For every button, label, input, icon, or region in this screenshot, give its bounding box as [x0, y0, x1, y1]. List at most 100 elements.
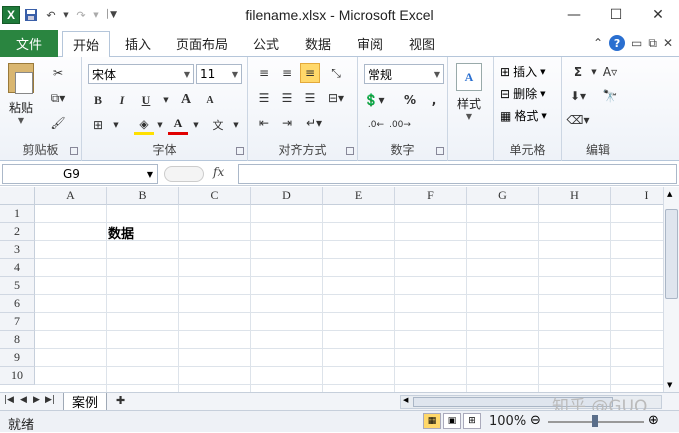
- row-header-2[interactable]: 2: [0, 223, 35, 241]
- font-name-combo[interactable]: 宋体 ▼: [88, 64, 194, 84]
- orientation-icon[interactable]: ⤡: [326, 63, 346, 83]
- scroll-left-icon[interactable]: ◀: [403, 396, 408, 404]
- delete-cells-button[interactable]: ⊟ 删除 ▼: [500, 85, 545, 102]
- font-expand-icon[interactable]: [236, 147, 244, 155]
- wrap-text-icon[interactable]: ↵▾: [304, 113, 324, 133]
- page-break-view-icon[interactable]: ⊞: [463, 413, 481, 429]
- sheet-tab-active[interactable]: 案例: [63, 393, 107, 411]
- tab-formulas[interactable]: 公式: [246, 30, 286, 57]
- maximize-button[interactable]: ☐: [595, 0, 637, 30]
- column-header-e[interactable]: E: [323, 187, 395, 205]
- scroll-down-icon[interactable]: ▼: [667, 381, 672, 389]
- collapse-ribbon-icon[interactable]: ⌃: [593, 36, 603, 50]
- worksheet-grid[interactable]: ABCDEFGHI 1 2 3 4 5 6 7 8 9 10 数据: [0, 187, 663, 392]
- prev-sheet-icon[interactable]: ◀: [20, 395, 27, 405]
- increase-indent-icon[interactable]: ⇥: [277, 113, 297, 133]
- vertical-scrollbar[interactable]: ▲ ▼: [663, 187, 679, 392]
- column-header-d[interactable]: D: [251, 187, 323, 205]
- scroll-up-icon[interactable]: ▲: [667, 190, 672, 198]
- align-right-icon[interactable]: ☰: [300, 88, 320, 108]
- vertical-scroll-thumb[interactable]: [665, 209, 678, 299]
- column-header-a[interactable]: A: [35, 187, 107, 205]
- underline-dropdown-icon[interactable]: ▼: [156, 90, 176, 110]
- formula-bar-resize-handle[interactable]: [164, 166, 204, 182]
- number-expand-icon[interactable]: [436, 147, 444, 155]
- new-sheet-icon[interactable]: ✚: [116, 394, 125, 407]
- row-header-4[interactable]: 4: [0, 259, 35, 277]
- fill-color-dropdown-icon[interactable]: ▼: [150, 115, 170, 135]
- percent-button[interactable]: %: [400, 90, 420, 110]
- tab-home[interactable]: 开始: [62, 31, 110, 58]
- font-size-combo[interactable]: 11 ▼: [196, 64, 242, 84]
- underline-button[interactable]: U: [136, 90, 156, 110]
- tab-data[interactable]: 数据: [298, 30, 338, 57]
- clear-icon[interactable]: ⌫▾: [567, 110, 590, 130]
- borders-dropdown-icon[interactable]: ▼: [106, 115, 126, 135]
- borders-icon[interactable]: ⊞: [88, 115, 108, 135]
- format-painter-icon[interactable]: 🖌: [48, 113, 68, 133]
- row-header-5[interactable]: 5: [0, 277, 35, 295]
- last-sheet-icon[interactable]: ▶|: [45, 395, 55, 405]
- font-color-icon[interactable]: A: [168, 115, 188, 135]
- column-header-h[interactable]: H: [539, 187, 611, 205]
- shrink-font-button[interactable]: A: [200, 90, 220, 110]
- wb-close-icon[interactable]: ✕: [663, 36, 673, 50]
- align-middle-icon[interactable]: ≡: [277, 63, 297, 83]
- fill-icon[interactable]: ⬇▾: [568, 86, 588, 106]
- find-select-icon[interactable]: 🔭: [600, 86, 620, 106]
- row-header-9[interactable]: 9: [0, 349, 35, 367]
- align-top-icon[interactable]: ≡: [254, 63, 274, 83]
- cut-icon[interactable]: ✂: [48, 63, 68, 83]
- column-header-f[interactable]: F: [395, 187, 467, 205]
- formula-input[interactable]: [238, 164, 677, 184]
- tab-page-layout[interactable]: 页面布局: [170, 30, 234, 57]
- align-left-icon[interactable]: ☰: [254, 88, 274, 108]
- cell-b2[interactable]: 数据: [108, 223, 134, 242]
- styles-button[interactable]: A 样式 ▼: [456, 63, 482, 121]
- paste-button[interactable]: 粘贴 ▼: [8, 63, 34, 125]
- decrease-decimal-icon[interactable]: .00→: [389, 115, 411, 135]
- next-sheet-icon[interactable]: ▶: [33, 395, 40, 405]
- column-header-b[interactable]: B: [107, 187, 179, 205]
- phonetic-guide-icon[interactable]: 文: [208, 115, 228, 135]
- insert-cells-button[interactable]: ⊞ 插入 ▼: [500, 63, 545, 80]
- phonetic-dropdown-icon[interactable]: ▼: [226, 115, 246, 135]
- wb-minimize-icon[interactable]: ▭: [631, 36, 642, 50]
- zoom-level[interactable]: 100%: [489, 414, 526, 429]
- tab-view[interactable]: 视图: [402, 30, 442, 57]
- row-header-10[interactable]: 10: [0, 367, 35, 385]
- page-layout-view-icon[interactable]: ▣: [443, 413, 461, 429]
- align-bottom-icon[interactable]: ≡: [300, 63, 320, 83]
- name-box[interactable]: G9 ▼: [2, 164, 158, 184]
- comma-button[interactable]: ,: [424, 90, 444, 110]
- increase-decimal-icon[interactable]: .0←: [366, 115, 386, 135]
- first-sheet-icon[interactable]: |◀: [4, 395, 14, 405]
- column-header-c[interactable]: C: [179, 187, 251, 205]
- italic-button[interactable]: I: [112, 90, 132, 110]
- insert-function-button[interactable]: fx: [213, 165, 224, 179]
- bold-button[interactable]: B: [88, 90, 108, 110]
- merge-center-icon[interactable]: ⊟▾: [326, 88, 346, 108]
- select-all-corner[interactable]: [0, 187, 35, 205]
- minimize-button[interactable]: —: [553, 0, 595, 30]
- number-format-combo[interactable]: 常规 ▼: [364, 64, 444, 84]
- align-center-icon[interactable]: ☰: [277, 88, 297, 108]
- clipboard-expand-icon[interactable]: [70, 147, 78, 155]
- row-header-7[interactable]: 7: [0, 313, 35, 331]
- sort-filter-icon[interactable]: A▿: [600, 62, 620, 82]
- zoom-slider-thumb[interactable]: [592, 415, 598, 427]
- zoom-in-icon[interactable]: ⊕: [648, 413, 659, 428]
- format-cells-button[interactable]: ▦ 格式 ▼: [500, 107, 547, 124]
- zoom-out-icon[interactable]: ⊖: [530, 413, 541, 428]
- currency-icon[interactable]: 💲▾: [364, 90, 385, 110]
- column-header-i[interactable]: I: [611, 187, 663, 205]
- close-button[interactable]: ✕: [637, 0, 679, 30]
- tab-file[interactable]: 文件: [0, 30, 58, 57]
- wb-restore-icon[interactable]: ⧉: [648, 36, 657, 51]
- row-header-6[interactable]: 6: [0, 295, 35, 313]
- decrease-indent-icon[interactable]: ⇤: [254, 113, 274, 133]
- normal-view-icon[interactable]: ▦: [423, 413, 441, 429]
- tab-insert[interactable]: 插入: [116, 30, 160, 57]
- row-header-8[interactable]: 8: [0, 331, 35, 349]
- row-header-1[interactable]: 1: [0, 205, 35, 223]
